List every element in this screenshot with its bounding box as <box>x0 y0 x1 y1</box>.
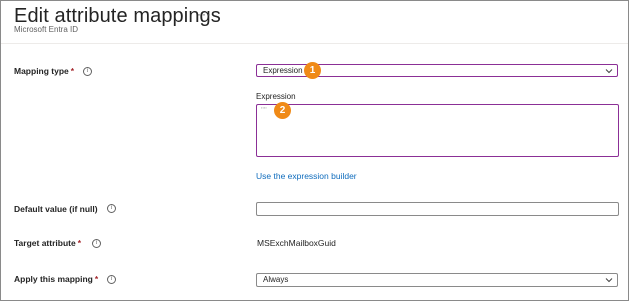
mapping-type-value: Expression <box>263 66 303 75</box>
mapping-type-label-text: Mapping type <box>14 66 69 76</box>
more-options-icon[interactable]: ··· <box>197 7 212 21</box>
expression-value: "" <box>261 106 267 115</box>
default-value-input[interactable] <box>256 202 619 216</box>
page-subtitle: Microsoft Entra ID <box>14 25 79 34</box>
callout-badge-1: 1 <box>304 62 321 79</box>
apply-mapping-value: Always <box>263 275 289 284</box>
required-mark: * <box>77 238 82 248</box>
info-icon[interactable]: i <box>83 67 92 76</box>
callout-badge-2: 2 <box>274 102 291 119</box>
apply-mapping-label: Apply this mapping * <box>14 274 98 284</box>
header-divider <box>1 43 628 44</box>
chevron-down-icon <box>605 278 613 283</box>
expression-builder-link[interactable]: Use the expression builder <box>256 171 357 181</box>
target-attribute-label-text: Target attribute <box>14 238 76 248</box>
info-icon[interactable]: i <box>92 239 101 248</box>
apply-mapping-dropdown[interactable]: Always <box>256 273 618 287</box>
chevron-down-icon <box>605 69 613 74</box>
edit-attribute-mappings-panel: Edit attribute mappings ··· Microsoft En… <box>0 0 629 301</box>
required-mark: * <box>70 66 75 76</box>
info-icon[interactable]: i <box>107 204 116 213</box>
mapping-type-label: Mapping type * <box>14 66 74 76</box>
default-value-label: Default value (if null) <box>14 204 98 214</box>
apply-mapping-label-text: Apply this mapping <box>14 274 93 284</box>
required-mark: * <box>94 274 99 284</box>
default-value-label-text: Default value (if null) <box>14 204 98 214</box>
target-attribute-value: MSExchMailboxGuid <box>257 238 336 248</box>
expression-label: Expression <box>256 92 296 101</box>
target-attribute-label: Target attribute * <box>14 238 81 248</box>
expression-textarea[interactable]: "" <box>256 104 619 157</box>
info-icon[interactable]: i <box>107 275 116 284</box>
